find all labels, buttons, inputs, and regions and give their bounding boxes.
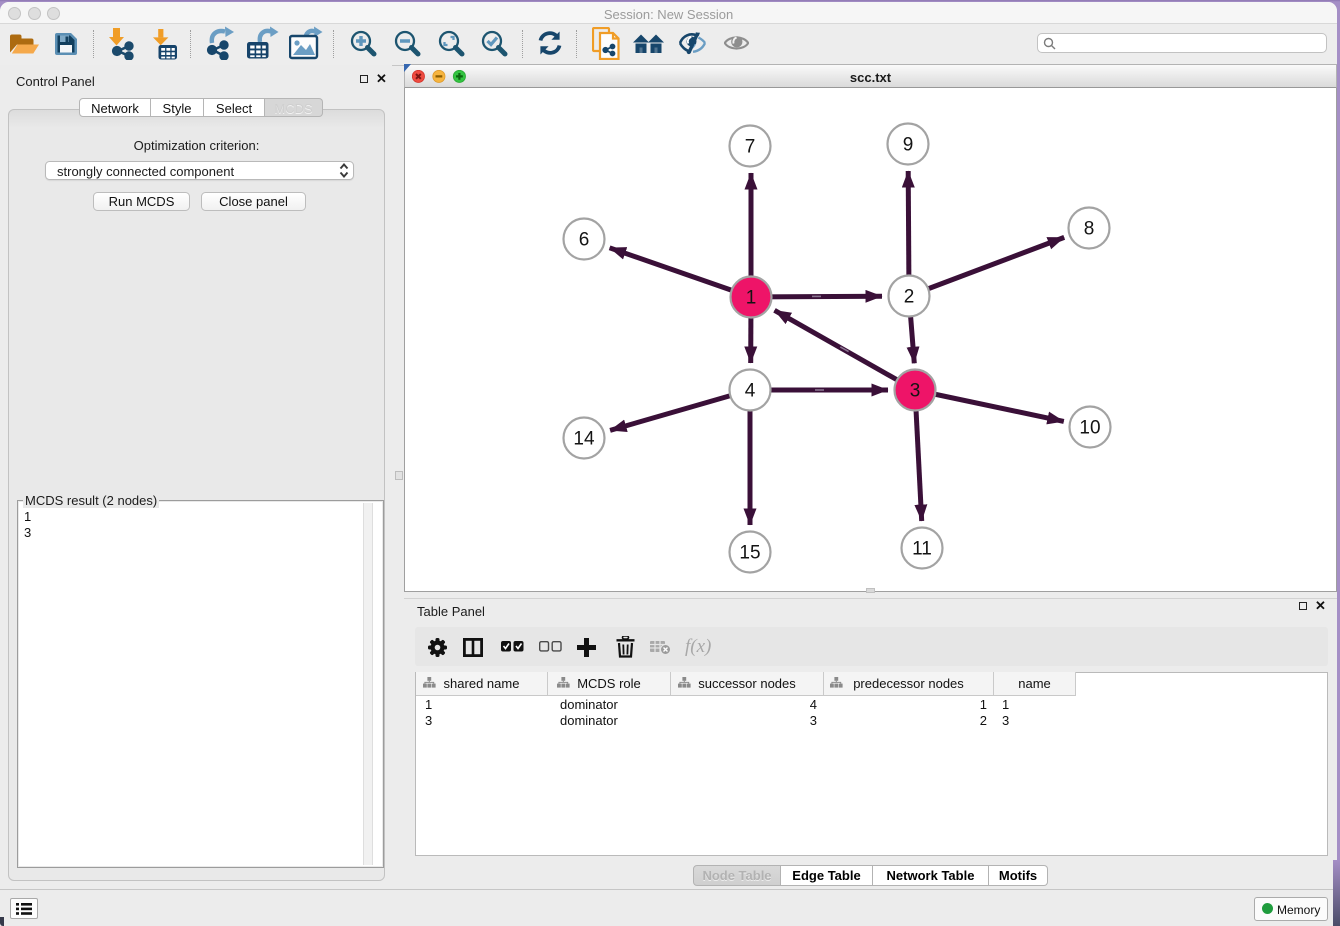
svg-text:2: 2 <box>904 287 915 308</box>
svg-text:8: 8 <box>1084 219 1095 240</box>
svg-text:1: 1 <box>746 288 757 309</box>
svg-text:4: 4 <box>745 381 756 402</box>
svg-text:7: 7 <box>745 137 756 158</box>
svg-text:6: 6 <box>579 230 590 251</box>
svg-text:11: 11 <box>912 539 932 560</box>
svg-text:14: 14 <box>573 429 595 450</box>
svg-text:3: 3 <box>910 381 921 402</box>
svg-text:9: 9 <box>903 135 914 156</box>
svg-text:15: 15 <box>739 543 760 564</box>
svg-text:10: 10 <box>1079 418 1100 439</box>
